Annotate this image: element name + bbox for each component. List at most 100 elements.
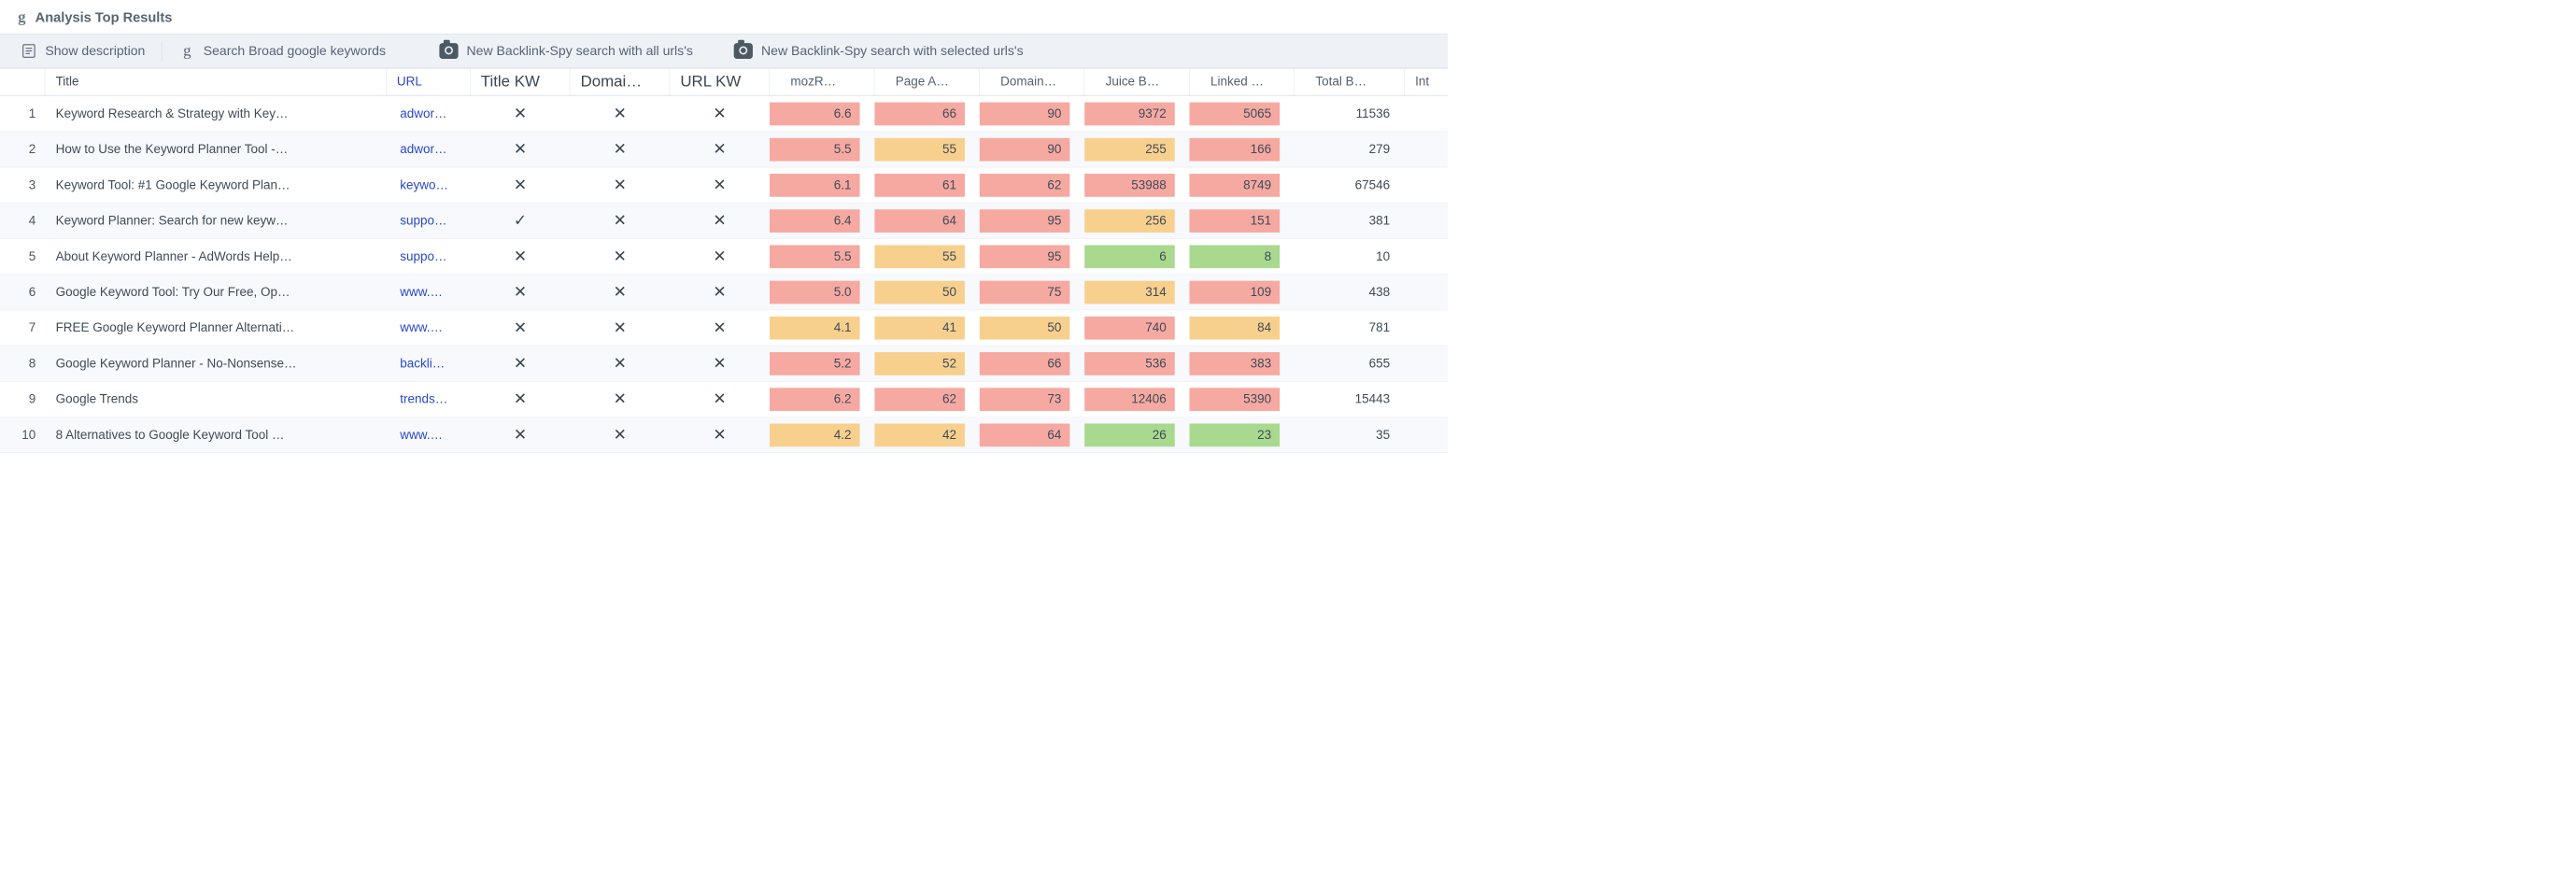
int-cell <box>1405 203 1447 238</box>
kw-cell: ✕ <box>570 203 670 238</box>
metric-cell: 4.1 <box>770 310 874 346</box>
kw-cell: ✕ <box>670 96 770 132</box>
url-cell[interactable]: suppo… <box>387 203 471 238</box>
table-row[interactable]: 8Google Keyword Planner - No-Nonsense…ba… <box>0 346 1448 381</box>
backlink-spy-selected-button[interactable]: New Backlink-Spy search with selected ur… <box>720 35 1037 68</box>
search-broad-button[interactable]: g Search Broad google keywords <box>165 35 399 68</box>
kw-cell: ✕ <box>570 167 670 203</box>
kw-cell: ✕ <box>670 346 770 381</box>
int-cell <box>1405 167 1447 203</box>
metric-cell: 9372 <box>1084 96 1189 132</box>
url-cell[interactable]: www.… <box>387 417 471 453</box>
metric-cell: 90 <box>980 132 1084 167</box>
row-index: 9 <box>0 382 45 417</box>
kw-cell: ✕ <box>570 132 670 167</box>
metric-cell: 740 <box>1084 310 1189 346</box>
table-row[interactable]: 4Keyword Planner: Search for new keyw…su… <box>0 203 1448 238</box>
table-row[interactable]: 3Keyword Tool: #1 Google Keyword Plan…ke… <box>0 167 1448 203</box>
url-cell[interactable]: adwor… <box>387 132 471 167</box>
col-domain-kw[interactable]: Domai… <box>570 69 670 95</box>
title-cell: Keyword Research & Strategy with Key… <box>45 96 386 132</box>
table-row[interactable]: 6Google Keyword Tool: Try Our Free, Op…w… <box>0 275 1448 310</box>
metric-cell: 256 <box>1084 203 1189 238</box>
google-g-icon: g <box>18 8 25 26</box>
kw-cell: ✕ <box>570 382 670 417</box>
kw-cell: ✕ <box>670 239 770 275</box>
metric-cell: 5.5 <box>770 132 874 167</box>
int-cell <box>1405 417 1447 453</box>
metric-cell: 73 <box>980 382 1084 417</box>
backlink-spy-selected-label: New Backlink-Spy search with selected ur… <box>761 43 1024 58</box>
google-g-icon: g <box>179 43 195 59</box>
url-cell[interactable]: backli… <box>387 346 471 381</box>
metric-cell: 41 <box>874 310 979 346</box>
toolbar-separator <box>162 41 163 61</box>
metric-cell: 536 <box>1084 346 1189 381</box>
col-title-kw[interactable]: Title KW <box>471 69 571 95</box>
col-linked[interactable]: Linked … <box>1189 69 1294 95</box>
url-cell[interactable]: www.… <box>387 310 471 346</box>
table-row[interactable]: 9Google Trendstrends…✕✕✕6.26273124065390… <box>0 382 1448 417</box>
metric-cell: 6.1 <box>770 167 874 203</box>
int-cell <box>1405 310 1447 346</box>
col-mozrank[interactable]: mozR… <box>770 69 874 95</box>
col-url[interactable]: URL <box>387 69 471 95</box>
kw-cell: ✕ <box>570 96 670 132</box>
kw-cell: ✕ <box>570 310 670 346</box>
metric-cell: 55 <box>874 239 979 275</box>
total-cell: 438 <box>1295 275 1405 310</box>
col-domain-auth[interactable]: Domain… <box>980 69 1084 95</box>
total-cell: 279 <box>1295 132 1405 167</box>
kw-cell: ✕ <box>471 132 571 167</box>
col-int[interactable]: Int <box>1405 69 1447 95</box>
metric-cell: 64 <box>874 203 979 238</box>
metric-cell: 6.4 <box>770 203 874 238</box>
title-cell: Keyword Tool: #1 Google Keyword Plan… <box>45 167 386 203</box>
kw-cell: ✕ <box>570 239 670 275</box>
kw-cell: ✕ <box>570 346 670 381</box>
col-title[interactable]: Title <box>45 69 386 95</box>
metric-cell: 12406 <box>1084 382 1189 417</box>
col-total[interactable]: Total B… <box>1295 69 1405 95</box>
metric-cell: 5.2 <box>770 346 874 381</box>
col-juice[interactable]: Juice B… <box>1084 69 1189 95</box>
kw-cell: ✕ <box>471 382 571 417</box>
url-cell[interactable]: adwor… <box>387 96 471 132</box>
table-row[interactable]: 5About Keyword Planner - AdWords Help…su… <box>0 239 1448 275</box>
url-cell[interactable]: trends… <box>387 382 471 417</box>
int-cell <box>1405 239 1447 275</box>
url-cell[interactable]: www.… <box>387 275 471 310</box>
row-index: 3 <box>0 167 45 203</box>
table-row[interactable]: 7FREE Google Keyword Planner Alternati…w… <box>0 310 1448 346</box>
kw-cell: ✕ <box>471 96 571 132</box>
col-page-auth[interactable]: Page A… <box>874 69 979 95</box>
total-cell: 655 <box>1295 346 1405 381</box>
backlink-spy-all-button[interactable]: New Backlink-Spy search with all urls's <box>426 35 707 68</box>
table-row[interactable]: 108 Alternatives to Google Keyword Tool … <box>0 417 1448 453</box>
metric-cell: 90 <box>980 96 1084 132</box>
metric-cell: 50 <box>874 275 979 310</box>
metric-cell: 61 <box>874 167 979 203</box>
col-url-kw[interactable]: URL KW <box>670 69 770 95</box>
int-cell <box>1405 346 1447 381</box>
total-cell: 381 <box>1295 203 1405 238</box>
col-index[interactable] <box>0 69 45 95</box>
url-cell[interactable]: suppo… <box>387 239 471 275</box>
camera-icon <box>734 43 753 59</box>
kw-cell: ✕ <box>471 346 571 381</box>
title-cell: 8 Alternatives to Google Keyword Tool … <box>45 417 386 453</box>
url-cell[interactable]: keywo… <box>387 167 471 203</box>
camera-icon <box>439 43 458 59</box>
row-index: 7 <box>0 310 45 346</box>
metric-cell: 53988 <box>1084 167 1189 203</box>
table-row[interactable]: 2How to Use the Keyword Planner Tool -…a… <box>0 132 1448 167</box>
title-cell: Google Keyword Tool: Try Our Free, Op… <box>45 275 386 310</box>
int-cell <box>1405 96 1447 132</box>
metric-cell: 5065 <box>1189 96 1294 132</box>
metric-cell: 95 <box>980 239 1084 275</box>
show-description-button[interactable]: Show description <box>7 35 159 68</box>
table-row[interactable]: 1Keyword Research & Strategy with Key…ad… <box>0 96 1448 132</box>
metric-cell: 52 <box>874 346 979 381</box>
total-cell: 15443 <box>1295 382 1405 417</box>
row-index: 2 <box>0 132 45 167</box>
